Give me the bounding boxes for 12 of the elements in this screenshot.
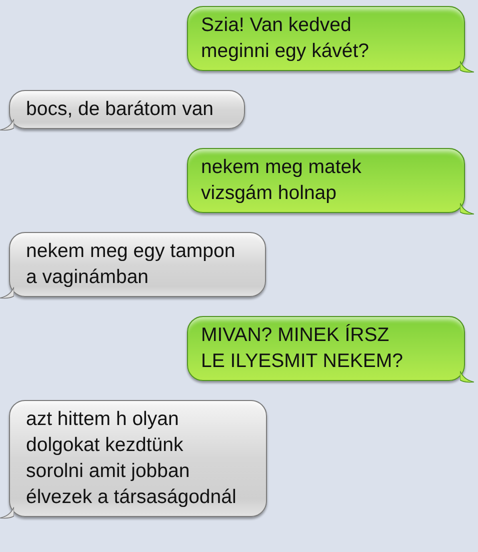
- message-bubble: nekem meg matek vizsgám holnap: [187, 148, 465, 213]
- bubble-tail-icon: [0, 119, 14, 131]
- message-bubble: MIVAN? MINEK ÍRSZ LE ILYESMIT NEKEM?: [187, 316, 465, 381]
- bubble-tail-icon: [460, 61, 474, 73]
- bubble-tail-icon: [0, 507, 14, 519]
- bubble-tail-icon: [460, 371, 474, 383]
- bubble-tail-icon: [0, 287, 14, 299]
- bubble-tail-icon: [460, 203, 474, 215]
- message-bubble: bocs, de barátom van: [9, 90, 245, 129]
- message-bubble: Szia! Van kedved meginni egy kávét?: [187, 6, 465, 71]
- message-bubble: azt hittem h olyan dolgokat kezdtünk sorolni amit jobban élvezek a társaságodnál: [9, 400, 268, 517]
- message-bubble: nekem meg egy tampon a vaginámban: [9, 232, 266, 297]
